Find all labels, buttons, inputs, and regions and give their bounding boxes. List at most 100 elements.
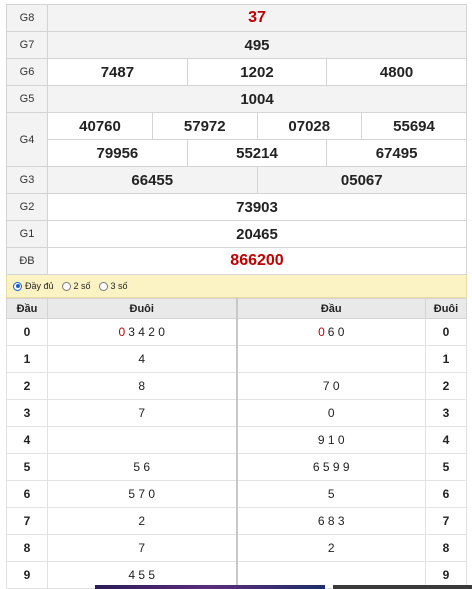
loto-duoi-value: 9: [442, 568, 450, 582]
loto-digits: 9 1 0: [317, 433, 345, 447]
prize-label: G2: [6, 193, 48, 221]
header-dau: Đầu: [236, 298, 426, 319]
loto-dau-value: 8: [23, 541, 31, 555]
prize-number: 57972: [152, 113, 258, 140]
loto-duoi-value: 0: [442, 325, 450, 339]
prize-number: 79956: [48, 140, 188, 166]
loto-duoi: 1: [425, 345, 467, 373]
loto-duoi-value: 6: [442, 487, 450, 501]
loto-row: 4 9 1 0 4: [6, 426, 467, 454]
loto-highlight-digit: 0: [118, 325, 126, 339]
radio-selected-icon[interactable]: [13, 281, 22, 291]
banner-image-strip: [95, 585, 325, 589]
loto-dau-list: [236, 345, 426, 373]
loto-digits: 6 5 9 9: [312, 460, 350, 474]
loto-duoi-list: 2: [47, 507, 238, 535]
prize-row-db: ĐB 866200: [6, 247, 467, 275]
loto-dau: 3: [6, 399, 48, 427]
loto-duoi: 0: [425, 318, 467, 346]
loto-row: 5 5 6 6 5 9 9 5: [6, 453, 467, 481]
loto-dau-value: 1: [23, 352, 31, 366]
loto-digits: 2: [138, 514, 146, 528]
prize-row-g6: G6 7487 1202 4800: [6, 58, 467, 86]
loto-dau: 7: [6, 507, 48, 535]
loto-duoi-list: 7: [47, 399, 238, 427]
radio-icon[interactable]: [98, 281, 108, 291]
loto-row: 3 7 0 3: [6, 399, 467, 427]
loto-dau: 4: [6, 426, 48, 454]
loto-dau-list: 0: [236, 399, 426, 427]
prize-number: 07028: [257, 113, 362, 140]
header-dau: Đầu: [6, 298, 48, 319]
loto-duoi-value: 1: [442, 352, 450, 366]
loto-dau-value: 9: [23, 568, 31, 582]
loto-duoi-list: 8: [47, 372, 238, 400]
loto-dau-value: 0: [23, 325, 31, 339]
loto-duoi: 6: [425, 480, 467, 508]
display-options: Đầy đủ 2 số 3 số: [6, 275, 467, 298]
loto-dau-value: 6: [23, 487, 31, 501]
loto-row: 1 4 1: [6, 345, 467, 373]
loto-row: 6 5 7 0 5 6: [6, 480, 467, 508]
loto-dau-list: 6 5 9 9: [236, 453, 426, 481]
prize-table: G8 37 G7 495 G6 7487 1202 4800 G5 1004 G…: [6, 4, 467, 275]
loto-duoi-list: 03 4 2 0: [47, 318, 238, 346]
option-full[interactable]: Đầy đủ: [13, 281, 54, 291]
loto-dau-value: 2: [23, 379, 31, 393]
loto-dau-value: 4: [23, 433, 31, 447]
banner-image-strip: [333, 585, 472, 589]
prize-row-g1: G1 20465: [6, 220, 467, 248]
loto-dau: 1: [6, 345, 48, 373]
loto-dau-value: 3: [23, 406, 31, 420]
loto-duoi-value: 3: [442, 406, 450, 420]
loto-dau: 9: [6, 561, 48, 589]
loto-duoi: 7: [425, 507, 467, 535]
loto-dau-list: 6 8 3: [236, 507, 426, 535]
option-3-digits[interactable]: 3 số: [98, 281, 128, 291]
prize-number: 73903: [47, 193, 467, 221]
loto-duoi: 2: [425, 372, 467, 400]
loto-dau-value: 5: [23, 460, 31, 474]
prize-row-g4: G4 40760 57972 07028 55694 79956 55214 6…: [6, 112, 467, 167]
loto-table: Đầu Đuôi Đầu Đuôi 003 4 2 006 00141287 0…: [6, 298, 467, 589]
prize-number: 40760: [48, 113, 153, 140]
prize-label: G5: [6, 85, 48, 113]
loto-duoi-list: 5 6: [47, 453, 238, 481]
loto-digits: 5: [327, 487, 335, 501]
loto-digits: 6 0: [327, 325, 345, 339]
prize-number: 67495: [375, 144, 418, 162]
prize-number: 4800: [379, 63, 414, 81]
loto-duoi-list: [47, 426, 238, 454]
prize-label: G8: [6, 4, 48, 32]
loto-duoi-list: 7: [47, 534, 238, 562]
loto-duoi-value: 7: [442, 514, 450, 528]
loto-dau: 5: [6, 453, 48, 481]
loto-duoi-value: 4: [442, 433, 450, 447]
option-2-digits[interactable]: 2 số: [61, 281, 91, 291]
loto-digits: 8: [138, 379, 146, 393]
loto-duoi-value: 5: [442, 460, 450, 474]
loto-digits: 0: [327, 406, 335, 420]
prize-number: 05067: [257, 167, 466, 193]
option-label: Đầy đủ: [25, 281, 54, 291]
prize-label: ĐB: [6, 247, 48, 275]
radio-icon[interactable]: [61, 281, 71, 291]
prize-number: 66455: [48, 167, 258, 193]
loto-duoi-value: 2: [442, 379, 450, 393]
loto-row: 2 8 7 0 2: [6, 372, 467, 400]
results-container: G8 37 G7 495 G6 7487 1202 4800 G5 1004 G…: [6, 4, 467, 589]
loto-duoi-list: 4: [47, 345, 238, 373]
loto-dau: 8: [6, 534, 48, 562]
prize-number: 7487: [48, 59, 188, 85]
loto-row: 003 4 2 006 00: [6, 318, 467, 346]
loto-dau-list: 5: [236, 480, 426, 508]
prize-number-special: 866200: [47, 247, 467, 275]
loto-dau: 2: [6, 372, 48, 400]
loto-duoi: 3: [425, 399, 467, 427]
loto-digits: 4 5 5: [128, 568, 156, 582]
loto-digits: 4: [138, 352, 146, 366]
loto-digits: 2: [327, 541, 335, 555]
prize-number: 20465: [47, 220, 467, 248]
prize-row-g3: G3 66455 05067: [6, 166, 467, 194]
loto-digits: 5 7 0: [128, 487, 156, 501]
